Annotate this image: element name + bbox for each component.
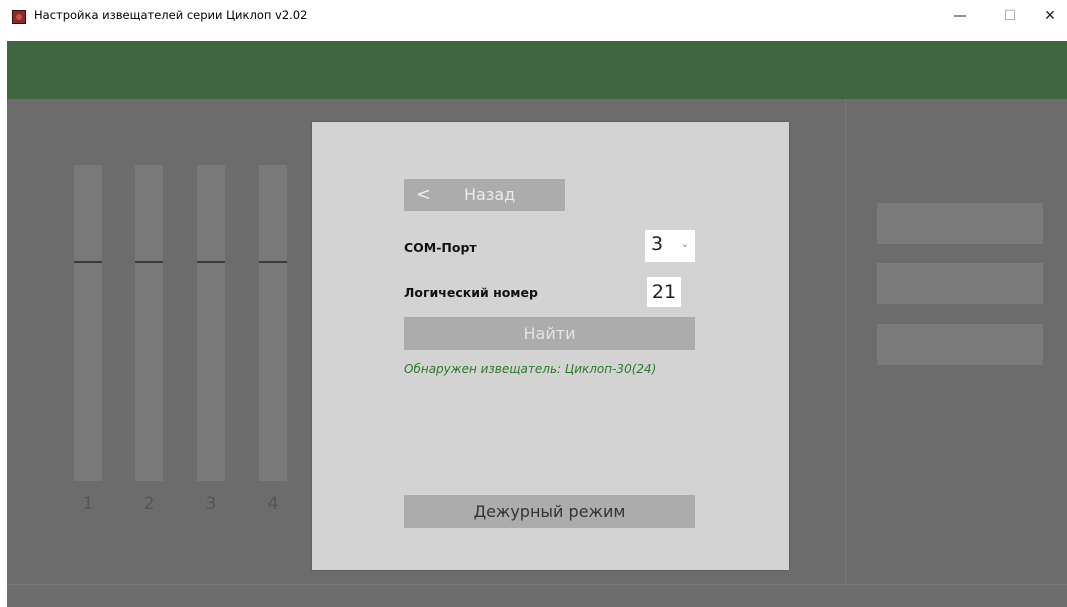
slider-track-2[interactable] bbox=[135, 165, 163, 481]
com-port-label: COM-Порт bbox=[404, 240, 477, 255]
window-title: Настройка извещателей серии Циклоп v2.02 bbox=[34, 8, 308, 22]
find-button[interactable]: Найти bbox=[404, 317, 695, 350]
app-content: 1 2 3 4 < Назад COM-Порт 3 ⌄ Логический … bbox=[7, 41, 1067, 607]
chevron-left-icon: < bbox=[416, 184, 432, 205]
slider-label-2: 2 bbox=[143, 494, 155, 514]
logical-number-label: Логический номер bbox=[404, 285, 538, 300]
detection-status: Обнаружен извещатель: Циклоп-30(24) bbox=[404, 362, 657, 376]
right-panel-block-2 bbox=[877, 263, 1043, 304]
green-header bbox=[7, 41, 1067, 99]
back-button[interactable]: < Назад bbox=[404, 179, 565, 211]
slider-track-1[interactable] bbox=[74, 165, 102, 481]
maximize-button[interactable]: ☐ bbox=[990, 6, 1030, 26]
close-button[interactable]: ✕ bbox=[1033, 6, 1067, 26]
slider-thumb[interactable] bbox=[135, 261, 163, 263]
slider-label-1: 1 bbox=[82, 494, 94, 514]
slider-label-3: 3 bbox=[205, 494, 217, 514]
slider-thumb[interactable] bbox=[74, 261, 102, 263]
chevron-down-icon: ⌄ bbox=[680, 239, 689, 250]
duty-mode-button[interactable]: Дежурный режим bbox=[404, 495, 695, 528]
title-bar: Настройка извещателей серии Циклоп v2.02… bbox=[0, 0, 1067, 32]
logical-number-input[interactable]: 21 bbox=[647, 277, 681, 307]
back-button-label: Назад bbox=[464, 185, 516, 204]
right-panel-block-1 bbox=[877, 203, 1043, 244]
com-port-select[interactable]: 3 ⌄ bbox=[645, 230, 695, 262]
slider-track-3[interactable] bbox=[197, 165, 225, 481]
slider-thumb[interactable] bbox=[259, 261, 287, 263]
slider-label-4: 4 bbox=[267, 494, 279, 514]
app-icon bbox=[12, 10, 26, 24]
slider-thumb[interactable] bbox=[197, 261, 225, 263]
right-panel-divider bbox=[845, 99, 846, 584]
right-panel-block-3 bbox=[877, 324, 1043, 365]
slider-track-4[interactable] bbox=[259, 165, 287, 481]
settings-dialog: < Назад COM-Порт 3 ⌄ Логический номер 21… bbox=[312, 122, 789, 570]
minimize-button[interactable]: — bbox=[940, 6, 980, 26]
bottom-divider bbox=[7, 584, 1067, 585]
com-port-value: 3 bbox=[651, 233, 664, 255]
